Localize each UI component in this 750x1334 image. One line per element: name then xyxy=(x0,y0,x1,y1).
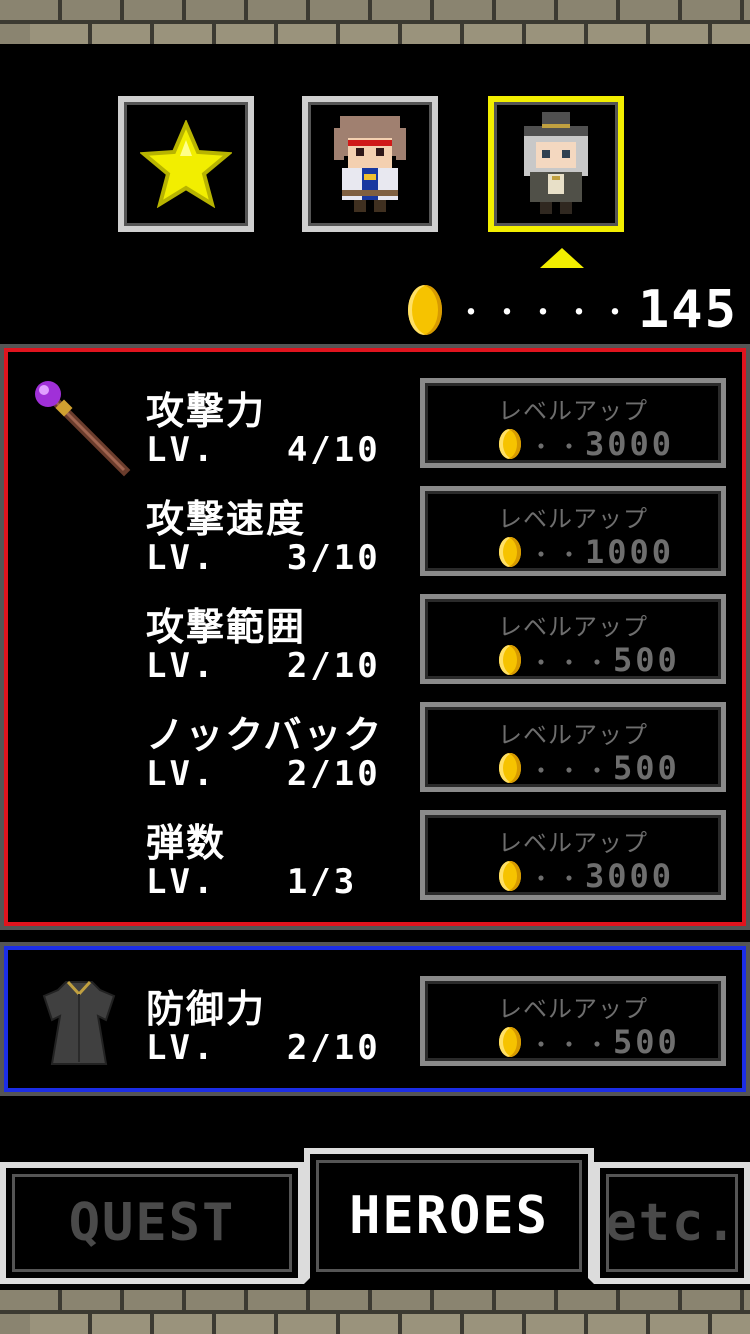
stat-level: LV. 3/10 xyxy=(146,538,381,578)
level-up-cost: ・・ 3000 xyxy=(499,425,674,463)
staff-weapon-icon xyxy=(35,381,131,477)
coin-icon xyxy=(499,537,521,567)
brick-border-bottom xyxy=(0,1290,750,1334)
cost-amount: 500 xyxy=(613,749,680,787)
tab-heroes-label: HEROES xyxy=(349,1186,549,1246)
stat-level: LV. 2/10 xyxy=(146,646,381,686)
cost-amount: 3000 xyxy=(585,425,675,463)
stat-level: LV. 2/10 xyxy=(146,1028,381,1068)
cost-dots: ・・・ xyxy=(529,756,613,785)
selected-hero-arrow-icon xyxy=(540,248,584,268)
tab-etc-label: etc. xyxy=(605,1193,739,1253)
coin-total: ・・・・・ 145 xyxy=(408,280,738,340)
level-up-cost: ・・・ 500 xyxy=(499,641,680,679)
coin-icon xyxy=(499,861,521,891)
mage-portrait-icon xyxy=(524,112,588,214)
brick-border-top xyxy=(0,0,750,44)
coin-icon xyxy=(499,645,521,675)
cost-amount: 500 xyxy=(613,641,680,679)
robe-armor-icon xyxy=(42,980,116,1065)
stat-name: 攻撃力 xyxy=(146,389,267,433)
cost-dots: ・・ xyxy=(529,864,585,893)
stat-row-attack-speed: 攻撃速度 LV. 3/10 レベルアップ ・・ 1000 xyxy=(142,486,742,590)
level-up-label: レベルアップ xyxy=(498,721,648,749)
coin-dots: ・・・・・ xyxy=(456,296,636,331)
cost-dots: ・・ xyxy=(529,432,585,461)
cost-amount: 500 xyxy=(613,1023,680,1061)
coin-icon xyxy=(408,285,442,335)
coin-icon xyxy=(499,753,521,783)
coin-icon xyxy=(499,1027,521,1057)
stat-name: ノックバック xyxy=(146,713,384,757)
coin-icon xyxy=(499,429,521,459)
stat-level: LV. 4/10 xyxy=(146,430,381,470)
attack-upgrade-panel: 攻撃力 LV. 4/10 レベルアップ ・・ 3000 攻撃速度 LV. 3/1… xyxy=(0,344,750,930)
stat-row-bullet-count: 弾数 LV. 1/3 レベルアップ ・・ 3000 xyxy=(142,810,742,914)
tab-quest-label: QUEST xyxy=(68,1193,236,1253)
level-up-button-defense[interactable]: レベルアップ ・・・ 500 xyxy=(420,976,726,1066)
tab-heroes[interactable]: HEROES xyxy=(304,1148,594,1284)
level-up-button-bullet-count[interactable]: レベルアップ ・・ 3000 xyxy=(420,810,726,900)
level-up-label: レベルアップ xyxy=(498,995,648,1023)
level-up-cost: ・・ 3000 xyxy=(499,857,674,895)
level-up-cost: ・・・ 500 xyxy=(499,749,680,787)
level-up-button-attack-range[interactable]: レベルアップ ・・・ 500 xyxy=(420,594,726,684)
stat-level: LV. 1/3 xyxy=(146,862,358,902)
coin-amount: 145 xyxy=(638,280,738,340)
level-up-button-knockback[interactable]: レベルアップ ・・・ 500 xyxy=(420,702,726,792)
tab-etc[interactable]: etc. xyxy=(594,1162,750,1284)
cost-dots: ・・ xyxy=(529,540,585,569)
defense-upgrade-panel: 防御力 LV. 2/10 レベルアップ ・・・ 500 xyxy=(0,942,750,1096)
stat-row-attack-range: 攻撃範囲 LV. 2/10 レベルアップ ・・・ 500 xyxy=(142,594,742,698)
tab-quest[interactable]: QUEST xyxy=(0,1162,304,1284)
stat-row-attack-power: 攻撃力 LV. 4/10 レベルアップ ・・ 3000 xyxy=(142,378,742,482)
cost-dots: ・・・ xyxy=(529,1030,613,1059)
cost-amount: 1000 xyxy=(585,533,675,571)
level-up-button-attack-speed[interactable]: レベルアップ ・・ 1000 xyxy=(420,486,726,576)
level-up-label: レベルアップ xyxy=(498,613,648,641)
cost-dots: ・・・ xyxy=(529,648,613,677)
stat-row-defense: 防御力 LV. 2/10 レベルアップ ・・・ 500 xyxy=(142,976,742,1080)
stat-name: 防御力 xyxy=(146,987,267,1031)
stat-row-knockback: ノックバック LV. 2/10 レベルアップ ・・・ 500 xyxy=(142,702,742,806)
stat-name: 弾数 xyxy=(146,821,227,865)
star-icon xyxy=(140,120,232,208)
level-up-label: レベルアップ xyxy=(498,829,648,857)
cost-amount: 3000 xyxy=(585,857,675,895)
hero-slot-star[interactable] xyxy=(118,96,254,232)
hero-slot-warrior[interactable] xyxy=(302,96,438,232)
level-up-cost: ・・ 1000 xyxy=(499,533,674,571)
level-up-label: レベルアップ xyxy=(498,397,648,425)
warrior-portrait-icon xyxy=(334,116,406,212)
level-up-cost: ・・・ 500 xyxy=(499,1023,680,1061)
stat-name: 攻撃速度 xyxy=(146,497,307,541)
hero-slot-mage[interactable] xyxy=(488,96,624,232)
stat-level: LV. 2/10 xyxy=(146,754,381,794)
level-up-label: レベルアップ xyxy=(498,505,648,533)
stat-name: 攻撃範囲 xyxy=(146,605,307,649)
level-up-button-attack-power[interactable]: レベルアップ ・・ 3000 xyxy=(420,378,726,468)
